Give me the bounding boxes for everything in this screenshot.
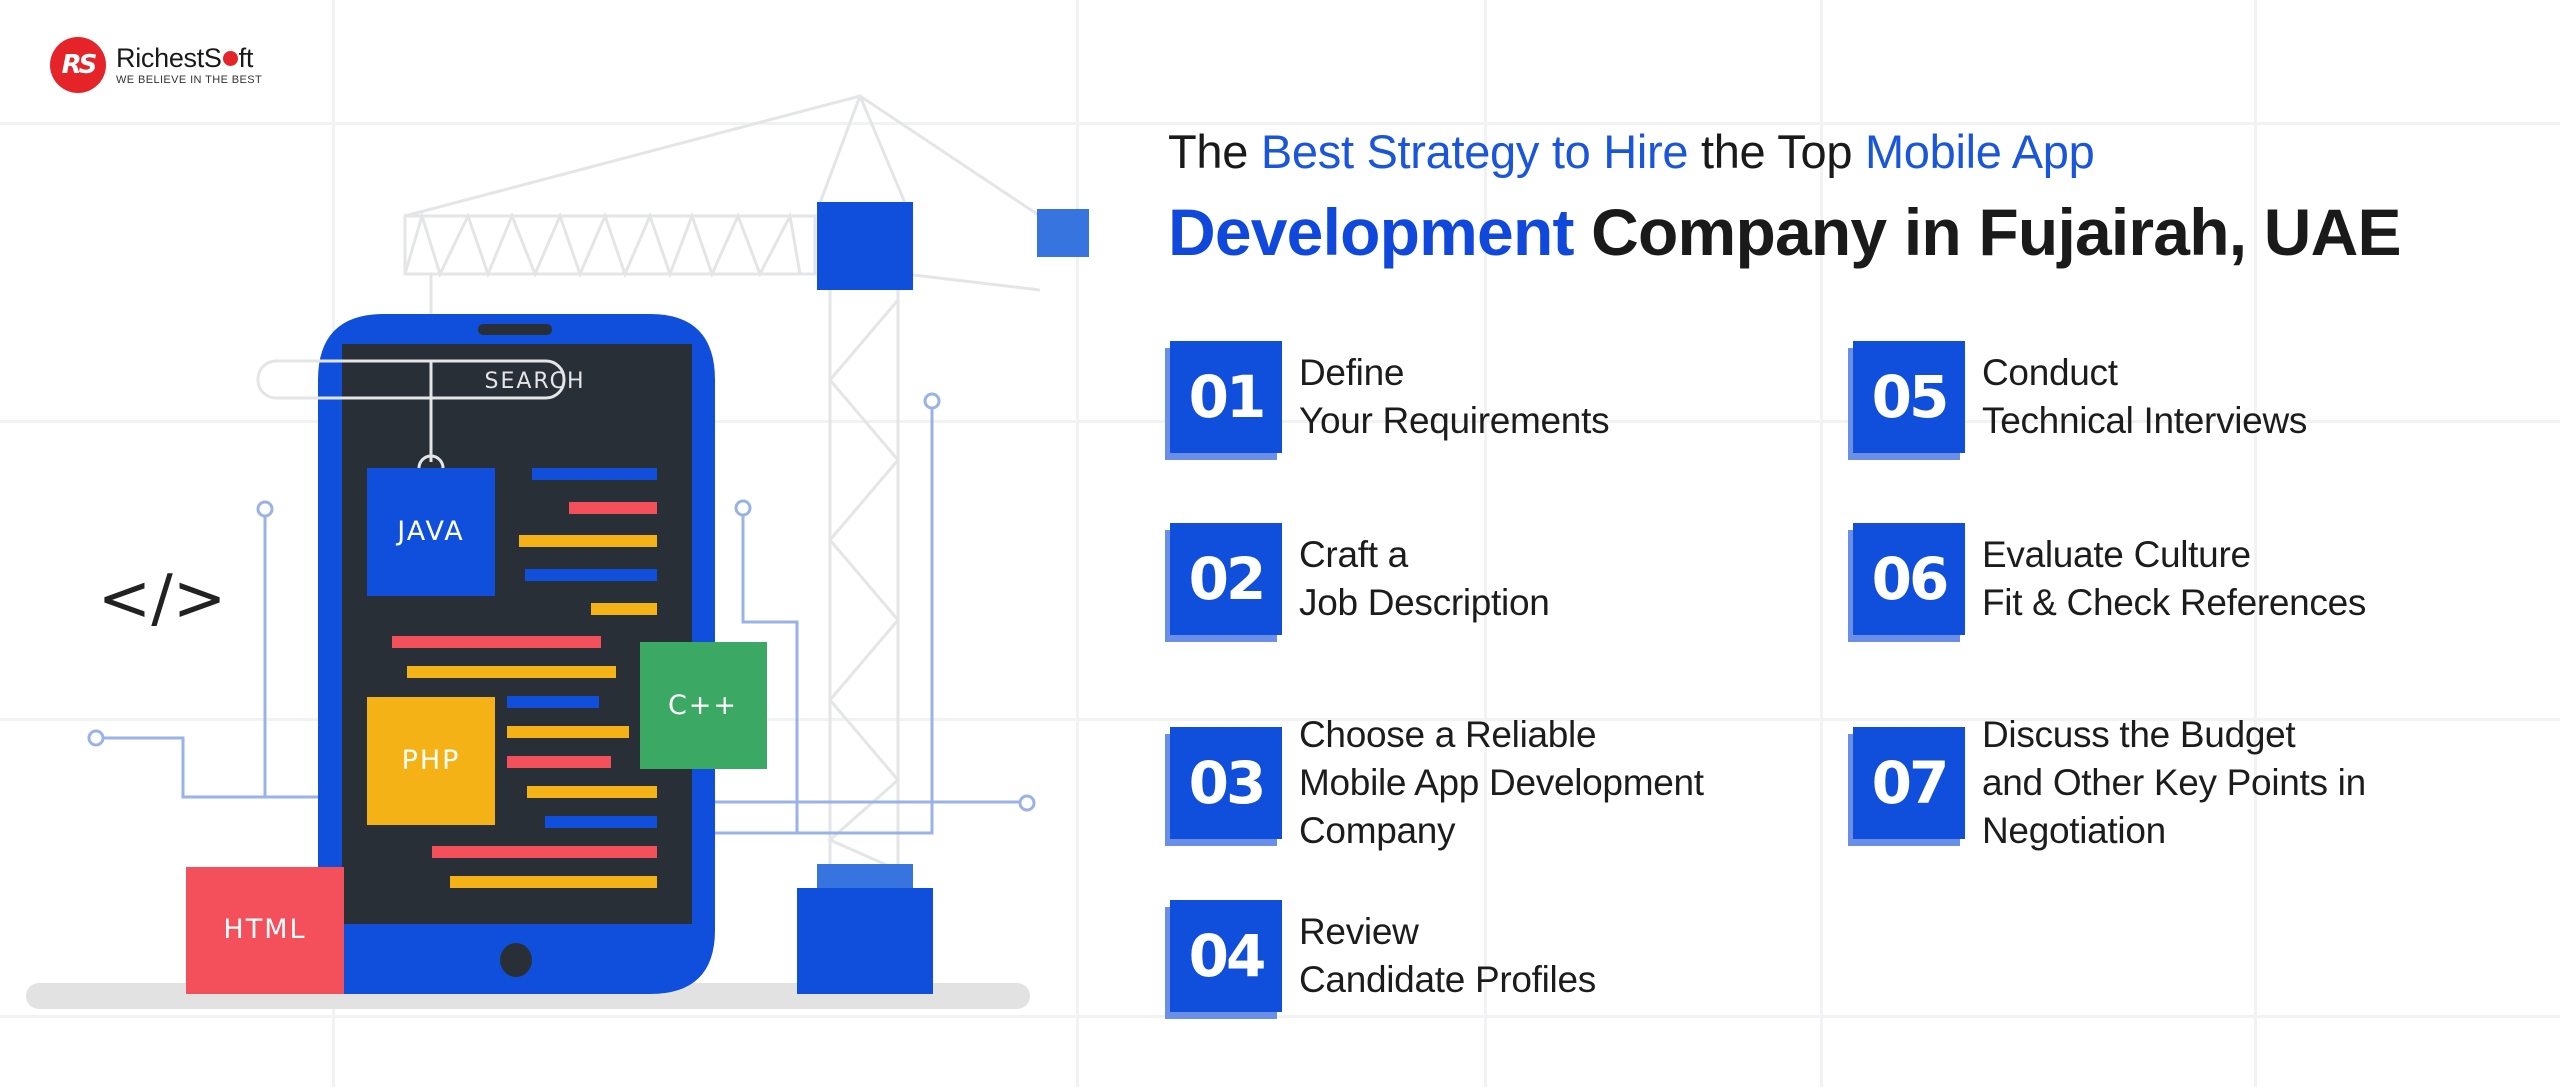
step-item-01: 01 Define Your Requirements (1165, 341, 1610, 460)
step-item-06: 06 Evaluate Culture Fit & Check Reference… (1848, 523, 2367, 642)
step-title: Conduct Technical Interviews (1982, 352, 2308, 441)
step-title: Choose a Reliable Mobile App Development C… (1299, 714, 1704, 851)
crane-counterweight (1037, 209, 1089, 257)
step-item-02: 02 Craft a Job Description (1165, 523, 1550, 642)
step-item-03: 03 Choose a Reliable Mobile App Developme… (1165, 711, 1704, 855)
page-title-line-2: Development Company in Fujairah, UAE (1168, 195, 2402, 269)
step-number-badge: 04 (1165, 900, 1282, 1019)
step-number-badge: 05 (1848, 341, 1965, 460)
crane-base (797, 888, 933, 994)
crane-cab (817, 202, 913, 290)
step-title: Review Candidate Profiles (1299, 911, 1596, 1000)
step-number-badge: 01 (1165, 341, 1282, 460)
step-item-04: 04 Review Candidate Profiles (1165, 900, 1596, 1019)
php-label: PHP (402, 745, 461, 776)
java-label: JAVA (395, 516, 464, 547)
step-item-07: 07 Discuss the Budget and Other Key Point… (1848, 711, 2366, 855)
step-number-badge: 07 (1848, 727, 1965, 846)
code-icon: </> (98, 562, 227, 636)
search-label: SEARCH (484, 369, 585, 394)
step-title: Define Your Requirements (1299, 352, 1610, 441)
step-number-badge: 03 (1165, 727, 1282, 846)
illustration: SEARCH JAVA PHP C++ HTML </> (26, 94, 1089, 1009)
phone-speaker (478, 324, 552, 335)
cpp-label: C++ (668, 690, 738, 721)
step-title: Evaluate Culture Fit & Check References (1982, 534, 2367, 623)
step-item-05: 05 Conduct Technical Interviews (1848, 341, 2308, 460)
step-title: Discuss the Budget and Other Key Points i… (1982, 714, 2366, 851)
step-title: Craft a Job Description (1299, 534, 1550, 623)
step-number-badge: 02 (1165, 523, 1282, 642)
html-label: HTML (223, 914, 306, 945)
crane-base-top (817, 864, 913, 890)
page-title-line-1: The Best Strategy to Hire the Top Mobile… (1168, 125, 2095, 178)
phone-screen (342, 344, 692, 924)
step-number-badge: 06 (1848, 523, 1965, 642)
phone-home-button (500, 943, 532, 977)
